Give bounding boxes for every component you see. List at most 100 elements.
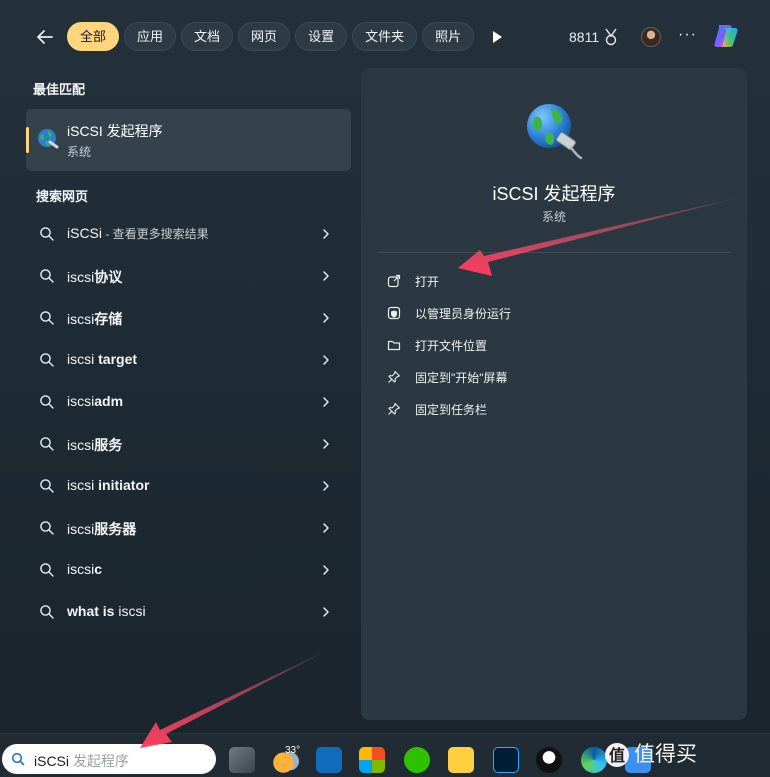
web-search-item[interactable]: iscsiadm bbox=[26, 382, 351, 422]
action-open-file-location-label: 打开文件位置 bbox=[415, 338, 488, 353]
points-value: 8811 bbox=[569, 29, 600, 45]
web-search-item[interactable]: iscsi存储 bbox=[26, 298, 351, 338]
photoshop-icon[interactable] bbox=[493, 747, 519, 773]
query-prefix: iscsi bbox=[67, 477, 95, 493]
user-avatar[interactable] bbox=[641, 27, 661, 47]
action-pin-to-start[interactable]: 固定到"开始"屏幕 bbox=[387, 364, 508, 390]
search-icon bbox=[40, 227, 54, 241]
web-search-item[interactable]: iscsi协议 bbox=[26, 256, 351, 296]
chevron-right-icon bbox=[323, 565, 329, 575]
query-suffix: iscsi bbox=[118, 603, 146, 619]
web-search-item[interactable]: iSCSi - 查看更多搜索结果 bbox=[26, 214, 351, 254]
search-icon bbox=[40, 269, 54, 283]
watermark: 值 值得买 bbox=[604, 738, 697, 768]
query-prefix: iscsi bbox=[67, 269, 95, 285]
chip-web[interactable]: 网页 bbox=[238, 22, 291, 51]
best-match-result[interactable]: iSCSI 发起程序 系统 bbox=[26, 109, 351, 171]
search-query[interactable]: iSCSi 发起程序 bbox=[34, 751, 129, 771]
preview-divider bbox=[377, 252, 731, 253]
wechat-icon[interactable] bbox=[404, 747, 430, 773]
shield-icon bbox=[387, 306, 401, 320]
query-completion: 协议 bbox=[94, 269, 123, 285]
action-run-as-admin-label: 以管理员身份运行 bbox=[415, 306, 512, 321]
taskbar-search-box[interactable]: iSCSi 发起程序 bbox=[2, 744, 216, 774]
best-match-subtitle: 系统 bbox=[67, 145, 92, 159]
query-prefix: iscsi bbox=[67, 437, 95, 453]
query-completion: target bbox=[94, 351, 138, 367]
more-options-button[interactable]: ··· bbox=[678, 26, 697, 44]
app-g-icon[interactable] bbox=[448, 747, 474, 773]
chip-photos[interactable]: 照片 bbox=[422, 22, 475, 51]
action-open-label: 打开 bbox=[415, 274, 440, 289]
iscsi-globe-icon bbox=[527, 104, 583, 160]
search-icon bbox=[40, 311, 54, 325]
action-pin-to-taskbar[interactable]: 固定到任务栏 bbox=[387, 396, 487, 422]
preview-pane: iSCSI 发起程序 系统 打开 以管理员身份运行 打开文件位置 固定到"开始"… bbox=[361, 68, 747, 720]
chevron-right-icon bbox=[323, 523, 329, 533]
query-prefix: iscsi bbox=[67, 311, 95, 327]
chip-apps[interactable]: 应用 bbox=[124, 22, 177, 51]
web-search-item-label: iscsic bbox=[67, 561, 102, 577]
web-search-item-label: iscsi存储 bbox=[67, 309, 122, 329]
query-prefix: iscsi bbox=[67, 351, 95, 367]
web-search-item-label: what is iscsi bbox=[67, 603, 146, 619]
search-icon bbox=[11, 752, 25, 766]
back-arrow-icon[interactable] bbox=[32, 24, 58, 50]
filter-chips: 全部 应用 文档 网页 设置 文件夹 照片 bbox=[67, 22, 475, 51]
action-pin-to-taskbar-label: 固定到任务栏 bbox=[415, 402, 488, 417]
action-run-as-admin[interactable]: 以管理员身份运行 bbox=[387, 300, 511, 326]
search-icon bbox=[40, 563, 54, 577]
web-search-item[interactable]: iscsi initiator bbox=[26, 466, 351, 506]
preview-subtitle: 系统 bbox=[541, 210, 566, 224]
web-search-item[interactable]: iscsic bbox=[26, 550, 351, 590]
chip-documents[interactable]: 文档 bbox=[181, 22, 234, 51]
chevron-right-icon bbox=[323, 607, 329, 617]
web-search-item-label: iscsi协议 bbox=[67, 267, 122, 287]
web-search-item[interactable]: iscsi target bbox=[26, 340, 351, 380]
web-search-item-label: iscsi服务 bbox=[67, 435, 122, 455]
copilot-icon[interactable] bbox=[710, 20, 742, 52]
preview-title: iSCSI 发起程序 bbox=[492, 184, 616, 204]
action-open-file-location[interactable]: 打开文件位置 bbox=[387, 332, 487, 358]
outlook-icon[interactable] bbox=[316, 747, 342, 773]
store-icon[interactable] bbox=[359, 747, 385, 773]
query-prefix: iscsi bbox=[67, 393, 95, 409]
action-open[interactable]: 打开 bbox=[387, 268, 439, 294]
pin-icon bbox=[388, 370, 401, 383]
chevron-right-icon bbox=[323, 397, 329, 407]
web-search-item-label: iscsi initiator bbox=[67, 477, 149, 493]
web-search-item-label: iscsi target bbox=[67, 351, 137, 367]
chip-all[interactable]: 全部 bbox=[67, 22, 120, 51]
chevron-right-icon bbox=[323, 355, 329, 365]
medal-icon bbox=[605, 28, 617, 46]
web-search-item-label: iSCSi - 查看更多搜索结果 bbox=[67, 225, 209, 242]
web-search-item[interactable]: what is iscsi bbox=[26, 592, 351, 632]
selection-accent bbox=[26, 127, 29, 153]
chevron-right-icon bbox=[323, 271, 329, 281]
pin-icon bbox=[388, 402, 401, 415]
search-autocomplete-hint: 发起程序 bbox=[69, 753, 129, 769]
iscsi-globe-icon bbox=[38, 129, 59, 149]
weather-temp: 33° bbox=[285, 745, 301, 756]
query-completion: 服务 bbox=[94, 437, 123, 453]
web-search-item-label: iscsiadm bbox=[67, 393, 123, 409]
search-icon bbox=[40, 521, 54, 535]
qq-icon[interactable] bbox=[536, 747, 562, 773]
web-search-item-label: iscsi服务器 bbox=[67, 519, 136, 539]
chevron-right-icon bbox=[323, 313, 329, 323]
open-icon bbox=[387, 274, 401, 288]
watermark-logo-icon: 值 bbox=[605, 743, 629, 768]
query-completion: c bbox=[94, 561, 103, 577]
rewards-points[interactable]: 8811 bbox=[569, 28, 619, 46]
query-prefix: iSCSi bbox=[67, 225, 103, 241]
chip-folders[interactable]: 文件夹 bbox=[352, 22, 418, 51]
query-completion: 服务器 bbox=[94, 521, 137, 537]
best-match-name: iSCSI 发起程序 bbox=[67, 123, 163, 139]
chip-settings[interactable]: 设置 bbox=[295, 22, 348, 51]
search-icon bbox=[40, 437, 54, 451]
web-search-item[interactable]: iscsi服务 bbox=[26, 424, 351, 464]
best-match-title: 最佳匹配 bbox=[33, 82, 86, 97]
more-filters-play-icon[interactable] bbox=[490, 29, 504, 45]
web-search-item[interactable]: iscsi服务器 bbox=[26, 508, 351, 548]
task-view-icon[interactable] bbox=[229, 747, 255, 773]
